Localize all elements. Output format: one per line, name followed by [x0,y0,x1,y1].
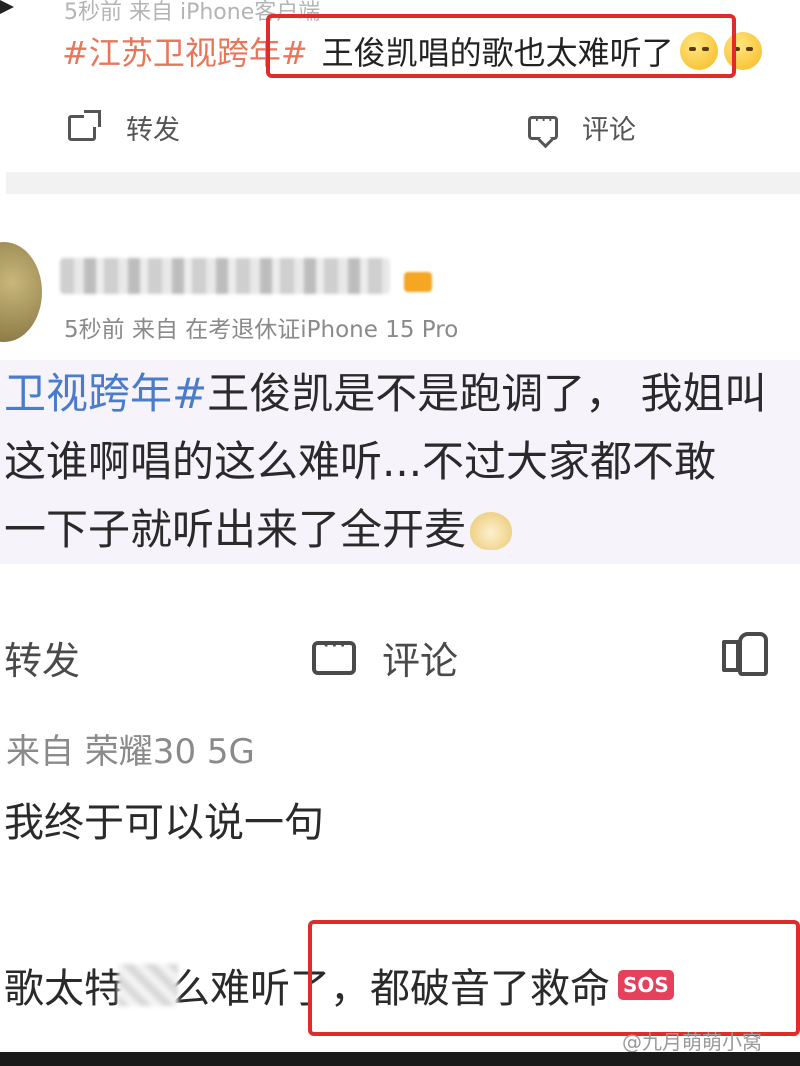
doge-emoji-icon [470,512,513,550]
comment3-meta: 来自 荣耀30 5G [6,732,255,772]
comment3-text-pre: 歌太特 [4,966,124,1012]
post2-line-text: 一下子就听出来了全开麦 [4,505,467,554]
comment-label: 评论 [382,639,459,683]
post2-line: 这谁啊唱的这么难听...不过大家都不敢 [0,428,800,496]
comment-label: 评论 [582,115,636,146]
comment-icon [528,110,558,140]
comment-button[interactable]: 评论 [312,630,458,685]
share-icon [68,109,101,141]
avatar[interactable] [0,242,42,342]
post2-actions: 转发 评论 [0,618,800,692]
mosaic-censor [118,964,178,1006]
post2-line-text: 这谁啊唱的这么难听...不过大家都不敢 [4,437,717,486]
like-icon[interactable] [722,630,768,676]
comment-icon [312,631,356,675]
post-divider [6,172,800,194]
comment-button[interactable]: 评论 [528,108,636,147]
repost-label: 转发 [126,115,180,146]
vip-badge-icon [404,272,432,292]
post2-meta: 5秒前 来自 在考退休证iPhone 15 Pro [64,317,459,343]
repost-button[interactable]: 转发 [68,108,180,147]
play-indicator-icon [0,0,14,14]
blurred-username[interactable] [60,258,390,294]
post2-line: 卫视跨年#王俊凯是不是跑调了， 我姐叫 [0,360,800,428]
watermark: @九月萌萌小窝 [622,1030,762,1054]
comment3-line1: 我终于可以说一句 [4,800,324,846]
bottom-edge [0,1052,800,1066]
repost-button[interactable]: 转发 [4,630,80,685]
post2-line-text: 王俊凯是不是跑调了， 我姐叫 [207,369,767,418]
post2-line: 一下子就听出来了全开麦 [0,496,800,564]
highlight-box [266,14,736,78]
post2-hashtag[interactable]: 卫视跨年# [4,369,207,418]
post2-body: 卫视跨年#王俊凯是不是跑调了， 我姐叫 这谁啊唱的这么难听...不过大家都不敢 … [0,360,800,564]
highlight-box [308,920,800,1036]
